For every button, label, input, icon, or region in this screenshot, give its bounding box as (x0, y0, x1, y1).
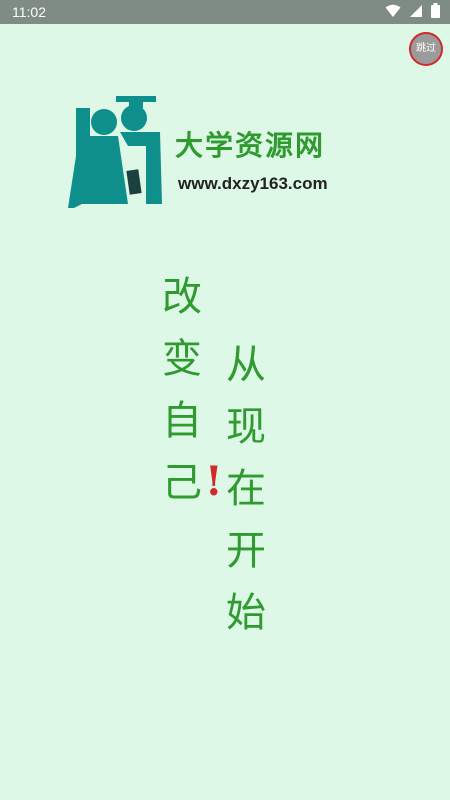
signal-icon (409, 4, 423, 21)
slogan-char: 自 (162, 398, 202, 444)
slogan-char: 变 (162, 336, 202, 382)
skip-button[interactable]: 跳过 (409, 32, 443, 66)
battery-icon (431, 3, 440, 21)
site-url: www.dxzy163.com (178, 174, 328, 193)
slogan-left-column: 改 变 自 己 (162, 266, 202, 514)
slogan-char: 现 (226, 404, 266, 450)
slogan-char: 己 (162, 460, 202, 506)
slogan-char: 始 (226, 590, 266, 636)
wifi-icon (385, 4, 401, 21)
slogan-char: 从 (226, 342, 266, 388)
slogan-char: 改 (162, 274, 202, 320)
slogan-char: 开 (226, 528, 266, 574)
status-icons (385, 3, 440, 21)
status-time: 11:02 (12, 4, 46, 20)
slogan-right-column: 从 现 在 开 始 (226, 334, 266, 644)
slogan-exclamation: ! (205, 458, 223, 505)
brand-logo (68, 96, 162, 208)
status-bar: 11:02 (0, 0, 450, 24)
slogan-char: 在 (226, 466, 266, 512)
site-name: 大学资源网 (175, 129, 326, 162)
